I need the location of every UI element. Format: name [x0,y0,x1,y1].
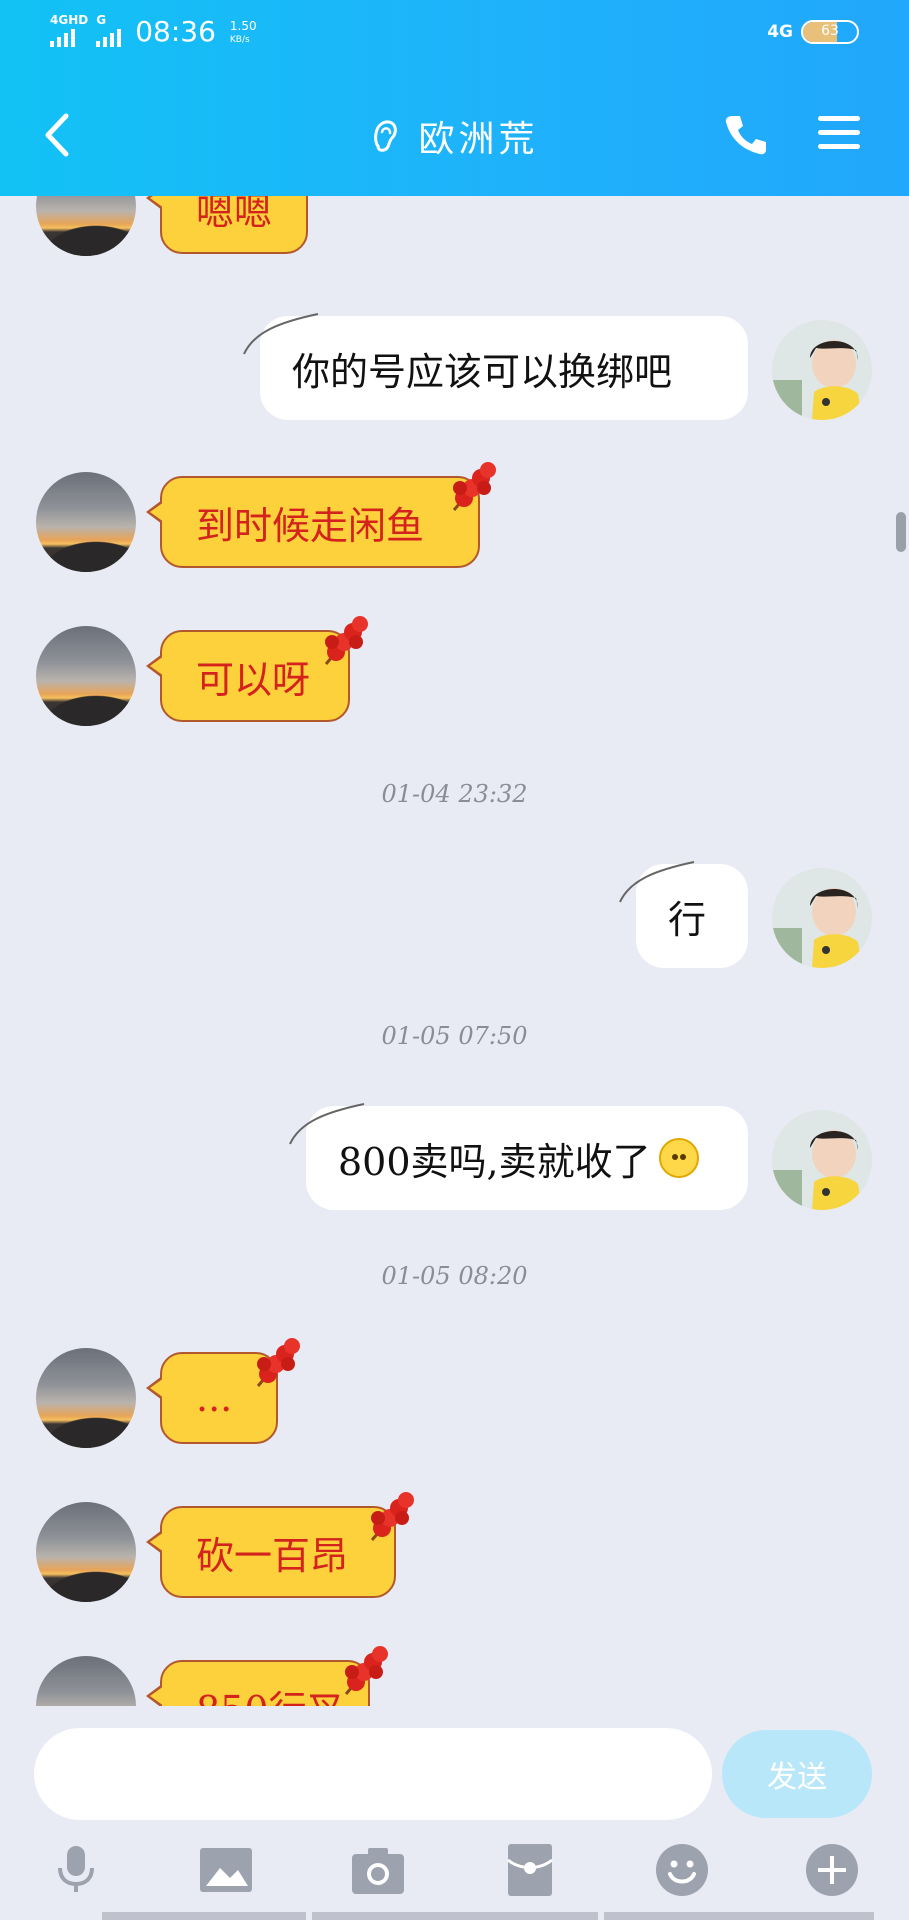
message-input[interactable] [34,1728,712,1820]
contact-avatar[interactable] [36,1502,136,1602]
bubble-tail-icon [243,313,319,355]
kid-avatar-icon [772,868,872,968]
my-avatar[interactable] [772,1110,872,1210]
image-icon[interactable] [198,1842,254,1898]
signal-indicator-1: 4GHD [50,14,88,47]
status-left: 4GHD G 08:36 1.50 KB/s [50,14,257,47]
kid-avatar-icon [772,1110,872,1210]
battery-percent: 63 [821,23,839,39]
signal-bars-icon [50,29,75,47]
message-text: 你的号应该可以换绑吧 [292,349,673,394]
status-bar: 4GHD G 08:36 1.50 KB/s 4G 63 [0,0,909,70]
battery-icon: 63 [801,20,859,44]
kid-avatar-icon [772,320,872,420]
contact-avatar[interactable] [36,472,136,572]
message-list[interactable]: 嗯嗯 你的号应该可以换绑吧 到时候走闲鱼 可以呀 01-04 23:32 行 0… [0,196,909,1706]
message-text: ... [196,1376,233,1420]
contact-avatar[interactable] [36,626,136,726]
received-message[interactable]: 砍一百昂 [146,1506,396,1598]
my-avatar[interactable] [772,320,872,420]
message-text: 可以呀 [196,657,311,702]
bubble-tail-icon [619,861,695,903]
plus-icon[interactable] [804,1842,860,1898]
network-speed-value: 1.50 [229,19,257,33]
candied-haw-icon [370,1492,414,1541]
title-group: 欧洲荒 [0,110,909,162]
timestamp: 01-04 23:32 [381,780,528,808]
confused-face-icon [658,1138,699,1178]
candied-haw-icon [256,1338,300,1387]
ear-icon[interactable] [370,116,400,156]
my-avatar[interactable] [772,868,872,968]
contact-avatar[interactable] [36,1656,136,1706]
bottom-edge [0,1912,909,1920]
timestamp: 01-05 08:20 [381,1262,528,1290]
received-message[interactable]: 到时候走闲鱼 [146,476,480,568]
bubble-tail-icon [289,1103,365,1145]
sent-message[interactable]: 行 [619,861,748,968]
chat-header: 4GHD G 08:36 1.50 KB/s 4G 63 欧洲荒 [0,0,909,196]
camera-icon[interactable] [350,1842,406,1898]
candied-haw-icon [324,616,368,665]
input-bar: 发送 [0,1706,909,1820]
signal-indicator-2: G [96,13,122,47]
red-packet-icon[interactable] [502,1842,558,1898]
message-text: 到时候走闲鱼 [196,503,425,548]
message-text: 800卖吗,卖就收了 [338,1139,651,1184]
network-type: 4G [767,22,793,42]
network-speed-unit: KB/s [229,35,250,45]
sent-message[interactable]: 800卖吗,卖就收了 [289,1103,748,1210]
status-time: 08:36 [135,15,216,48]
signal-label: 4GHD [50,13,89,27]
contact-name: 欧洲荒 [418,119,539,160]
message-text: 砍一百昂 [196,1533,349,1578]
received-message[interactable]: 嗯嗯 [146,196,308,254]
status-right: 4G 63 [767,20,859,44]
microphone-icon[interactable] [48,1842,104,1898]
send-button[interactable]: 发送 [722,1730,872,1818]
phone-icon[interactable] [722,110,770,158]
timestamp: 01-05 07:50 [381,1022,528,1050]
signal-bars-icon [96,29,122,47]
scrollbar[interactable] [896,512,906,552]
nav-bar: 欧洲荒 [0,90,909,180]
signal-label: G [96,13,107,27]
contact-avatar[interactable] [36,196,136,256]
emoji-icon[interactable] [654,1842,710,1898]
input-toolbar [0,1816,909,1920]
candied-haw-icon [344,1646,388,1695]
contact-avatar[interactable] [36,1348,136,1448]
candied-haw-icon [452,462,496,511]
menu-icon[interactable] [816,112,862,154]
network-speed: 1.50 KB/s [230,19,257,47]
message-text: 850行叉 [196,1679,345,1707]
sent-message[interactable]: 你的号应该可以换绑吧 [243,313,748,420]
message-text: 嗯嗯 [196,196,273,234]
